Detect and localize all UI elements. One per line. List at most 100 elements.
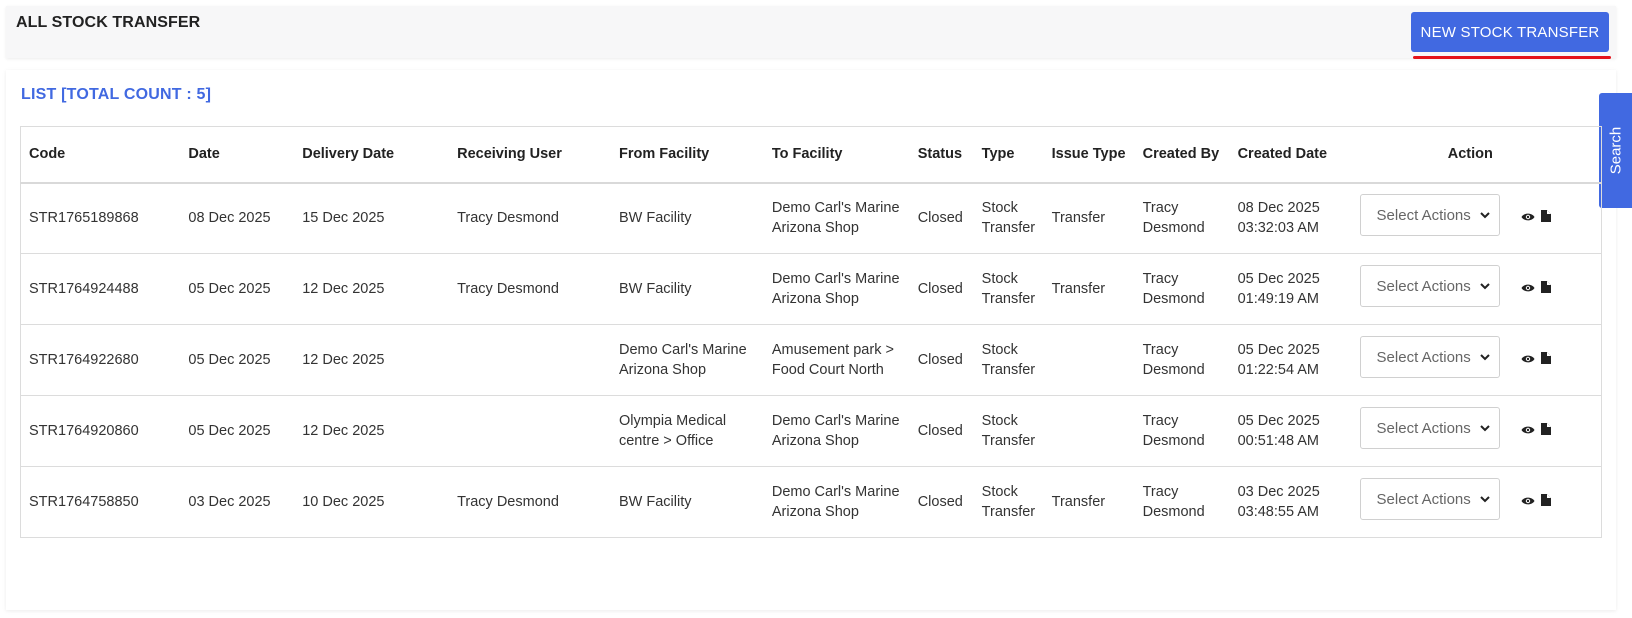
cell-created-date-line1: 05 Dec 2025 bbox=[1237, 342, 1320, 358]
table-row[interactable]: STR1765189868 08 Dec 2025 15 Dec 2025 Tracy… bbox=[20, 182, 1602, 254]
cell-status: Closed bbox=[909, 466, 974, 538]
cell-from-facility: BW Facility bbox=[610, 466, 764, 538]
cell-created-date: 05 Dec 2025 00:51:48 AM bbox=[1229, 395, 1340, 467]
select-actions-dropdown[interactable]: Select Actions bbox=[1359, 194, 1500, 237]
eye-icon[interactable] bbox=[1521, 350, 1535, 370]
cell-receiving-user bbox=[449, 395, 611, 467]
cell-type-line1: Stock bbox=[981, 342, 1018, 358]
cell-delivery-date: 12 Dec 2025 bbox=[294, 324, 450, 396]
cell-from-facility: Demo Carl's Marine Arizona Shop bbox=[610, 324, 764, 396]
page-title: ALL STOCK TRANSFER bbox=[16, 14, 201, 31]
cell-created-by-line2: Desmond bbox=[1142, 220, 1205, 237]
cell-type-line1: Stock bbox=[981, 200, 1018, 217]
cell-from-facility: BW Facility bbox=[610, 253, 764, 325]
cell-action-select: Select Actions bbox=[1339, 466, 1505, 538]
document-icon[interactable] bbox=[1540, 208, 1551, 228]
cell-created-by-line2: Desmond bbox=[1142, 433, 1205, 449]
cell-from-facility-line1: BW Facility bbox=[618, 281, 692, 297]
cell-created-by-line1: Tracy bbox=[1142, 342, 1179, 358]
cell-status: Closed bbox=[909, 324, 974, 396]
cell-created-by: Tracy Desmond bbox=[1134, 253, 1230, 325]
col-header-receiving-user[interactable]: Receiving User bbox=[449, 126, 611, 184]
select-actions-value: Select Actions bbox=[1376, 491, 1471, 508]
col-header-type[interactable]: Type bbox=[973, 126, 1044, 184]
eye-icon[interactable] bbox=[1521, 421, 1535, 441]
col-header-from-facility[interactable]: From Facility bbox=[610, 126, 764, 184]
cell-created-date-line1: 08 Dec 2025 bbox=[1237, 200, 1320, 217]
cell-type-line2: Transfer bbox=[981, 433, 1036, 449]
chevron-down-icon bbox=[1479, 212, 1490, 219]
document-icon[interactable] bbox=[1540, 279, 1551, 299]
cell-type-line2: Transfer bbox=[981, 362, 1036, 378]
cell-status: Closed bbox=[909, 182, 974, 254]
col-header-delivery-date[interactable]: Delivery Date bbox=[294, 126, 450, 184]
cell-receiving-user: Tracy Desmond bbox=[449, 466, 611, 538]
search-tab-button[interactable]: Search bbox=[1599, 93, 1632, 208]
table-row[interactable]: STR1764922680 05 Dec 2025 12 Dec 2025 Demo … bbox=[20, 324, 1602, 396]
cell-created-date-line2: 03:32:03 AM bbox=[1237, 220, 1319, 237]
chevron-down-icon bbox=[1479, 354, 1490, 361]
cell-receiving-user bbox=[449, 324, 611, 396]
cell-type: Stock Transfer bbox=[973, 395, 1044, 467]
table-row[interactable]: STR1764758850 03 Dec 2025 10 Dec 2025 Tracy… bbox=[20, 466, 1602, 538]
col-header-to-facility[interactable]: To Facility bbox=[763, 126, 910, 184]
select-actions-dropdown[interactable]: Select Actions bbox=[1359, 478, 1500, 520]
cell-created-date-line2: 01:49:19 AM bbox=[1237, 291, 1319, 307]
col-header-issue-type[interactable]: Issue Type bbox=[1043, 126, 1135, 184]
eye-icon[interactable] bbox=[1521, 492, 1535, 512]
document-icon[interactable] bbox=[1540, 421, 1551, 441]
select-actions-value: Select Actions bbox=[1376, 207, 1471, 225]
cell-from-facility: Olympia Medical centre > Office bbox=[610, 395, 764, 467]
cell-created-date-line2: 00:51:48 AM bbox=[1237, 433, 1319, 449]
cell-issue-type: Transfer bbox=[1043, 466, 1135, 538]
col-header-code[interactable]: Code bbox=[20, 126, 181, 184]
cell-to-facility-line2: Food Court North bbox=[771, 362, 884, 378]
cell-type-line2: Transfer bbox=[981, 220, 1036, 237]
cell-action-select: Select Actions bbox=[1339, 182, 1505, 254]
cell-code: STR1764920860 bbox=[20, 395, 181, 467]
cell-created-by: Tracy Desmond bbox=[1134, 395, 1230, 467]
eye-icon[interactable] bbox=[1521, 208, 1535, 228]
cell-type: Stock Transfer bbox=[973, 182, 1044, 254]
cell-delivery-date: 12 Dec 2025 bbox=[294, 395, 450, 467]
cell-created-date: 05 Dec 2025 01:49:19 AM bbox=[1229, 253, 1340, 325]
select-actions-value: Select Actions bbox=[1376, 278, 1471, 295]
cell-type-line1: Stock bbox=[981, 484, 1018, 500]
col-header-date[interactable]: Date bbox=[180, 126, 295, 184]
document-icon[interactable] bbox=[1540, 350, 1551, 370]
cell-date: 05 Dec 2025 bbox=[180, 395, 295, 467]
cell-created-by-line1: Tracy bbox=[1142, 271, 1179, 287]
cell-delivery-date: 10 Dec 2025 bbox=[294, 466, 450, 538]
select-actions-value: Select Actions bbox=[1376, 349, 1471, 366]
search-tab-label: Search bbox=[1607, 126, 1624, 175]
cell-created-by-line1: Tracy bbox=[1142, 200, 1179, 217]
cell-action-select: Select Actions bbox=[1339, 324, 1505, 396]
cell-type: Stock Transfer bbox=[973, 324, 1044, 396]
select-actions-dropdown[interactable]: Select Actions bbox=[1359, 265, 1500, 307]
table-row[interactable]: STR1764920860 05 Dec 2025 12 Dec 2025 Olymp… bbox=[20, 395, 1602, 467]
col-header-created-by[interactable]: Created By bbox=[1134, 126, 1230, 184]
eye-icon[interactable] bbox=[1521, 279, 1535, 299]
cell-to-facility-line2: Arizona Shop bbox=[771, 504, 859, 520]
cell-created-date-line1: 05 Dec 2025 bbox=[1237, 271, 1320, 287]
cell-code: STR1764922680 bbox=[20, 324, 181, 396]
chevron-down-icon bbox=[1479, 283, 1490, 290]
cell-from-facility-line1: Demo Carl's Marine bbox=[618, 342, 747, 358]
cell-date: 05 Dec 2025 bbox=[180, 253, 295, 325]
cell-to-facility: Demo Carl's Marine Arizona Shop bbox=[763, 182, 910, 254]
select-actions-dropdown[interactable]: Select Actions bbox=[1359, 336, 1500, 378]
select-actions-dropdown[interactable]: Select Actions bbox=[1359, 407, 1500, 449]
cell-issue-type bbox=[1043, 324, 1135, 396]
new-stock-transfer-button[interactable]: NEW STOCK TRANSFER bbox=[1411, 12, 1609, 52]
cell-code: STR1764924488 bbox=[20, 253, 181, 325]
col-header-status[interactable]: Status bbox=[909, 126, 974, 184]
table-row[interactable]: STR1764924488 05 Dec 2025 12 Dec 2025 Tracy… bbox=[20, 253, 1602, 325]
col-header-created-date[interactable]: Created Date bbox=[1229, 126, 1340, 184]
cell-action-icons bbox=[1504, 395, 1602, 467]
table-body: STR1765189868 08 Dec 2025 15 Dec 2025 Tracy… bbox=[20, 182, 1602, 538]
cell-status: Closed bbox=[909, 253, 974, 325]
cell-to-facility-line2: Arizona Shop bbox=[771, 433, 859, 449]
document-icon[interactable] bbox=[1540, 492, 1551, 512]
stock-transfer-table: Code Date Delivery Date Receiving User F… bbox=[20, 126, 1602, 538]
cell-to-facility-line1: Demo Carl's Marine bbox=[771, 200, 900, 217]
